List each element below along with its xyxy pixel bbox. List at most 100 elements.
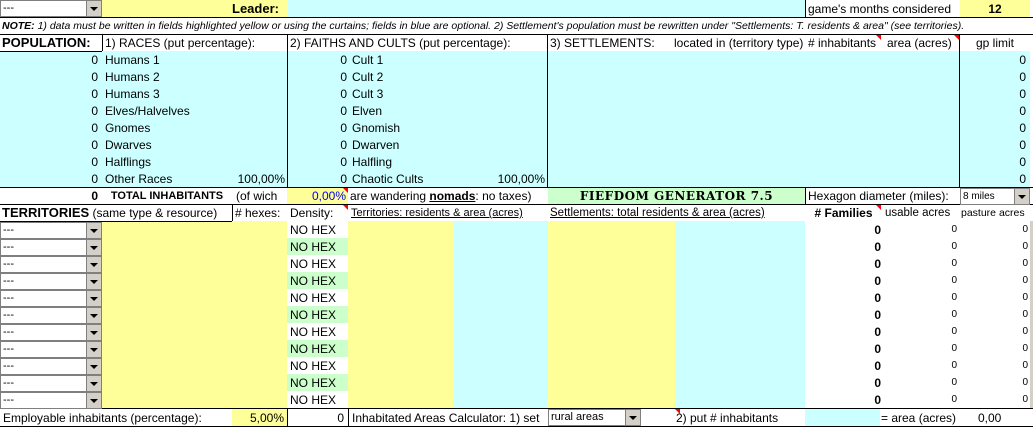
- race-value: 0: [91, 70, 98, 84]
- faiths-header: 2) FAITHS AND CULTS (put percentage):: [290, 36, 511, 50]
- race-value: 0: [91, 138, 98, 152]
- families-value: 0: [874, 240, 881, 254]
- usable-value: 0: [951, 224, 957, 235]
- territory-type-select[interactable]: ---: [0, 341, 102, 358]
- pasture-value: 0: [1022, 241, 1028, 252]
- chevron-down-icon[interactable]: [86, 342, 101, 357]
- race-value: 0: [91, 53, 98, 67]
- race-pct[interactable]: 100,00%: [225, 171, 285, 187]
- usable-value: 0: [951, 360, 957, 371]
- families-value: 0: [874, 291, 881, 305]
- territory-type-select[interactable]: ---: [0, 273, 102, 290]
- families-value: 0: [874, 393, 881, 407]
- pasture-value: 0: [1022, 394, 1028, 405]
- families-value: 0: [874, 223, 881, 237]
- race-label: Elves/Halvelves: [105, 104, 190, 118]
- chevron-down-icon[interactable]: [86, 291, 101, 306]
- territory-type-select[interactable]: ---: [0, 375, 102, 392]
- hex-diameter-value: 8 miles: [963, 191, 995, 202]
- area-header: area (acres): [887, 36, 952, 50]
- pasture-value: 0: [1022, 258, 1028, 269]
- hexes-header: # hexes:: [235, 206, 281, 220]
- race-label: Dwarves: [105, 138, 152, 152]
- territories-res-header: Territories: residents & area (acres): [351, 207, 523, 219]
- faith-value: 0: [340, 155, 347, 169]
- hex-diameter-select[interactable]: 8 miles: [960, 188, 1030, 205]
- territory-type-value: ---: [3, 241, 14, 253]
- faith-label: Halfling: [352, 155, 393, 169]
- territory-type-select[interactable]: ---: [0, 290, 102, 307]
- pasture-value: 0: [1022, 377, 1028, 388]
- leader-combo[interactable]: ---: [0, 0, 102, 17]
- note-prefix: NOTE:: [2, 20, 35, 32]
- area-result-label: = area (acres): [881, 411, 957, 425]
- usable-value: 0: [951, 241, 957, 252]
- chevron-down-icon[interactable]: [86, 274, 101, 289]
- territory-type-value: ---: [3, 309, 14, 321]
- chevron-down-icon[interactable]: [86, 308, 101, 323]
- faith-value: 0: [340, 104, 347, 118]
- territory-type-select[interactable]: ---: [0, 222, 102, 239]
- chevron-down-icon[interactable]: [86, 359, 101, 374]
- employable-pct[interactable]: 5,00%: [232, 410, 284, 426]
- density-value: NO HEX: [290, 308, 337, 322]
- faith-label: Cult 3: [352, 87, 384, 101]
- race-label: Gnomes: [105, 121, 151, 135]
- families-value: 0: [874, 342, 881, 356]
- density-value: NO HEX: [290, 342, 337, 356]
- months-value[interactable]: 12: [960, 1, 1030, 17]
- race-value: 0: [91, 172, 98, 186]
- comment-marker-icon: [343, 188, 348, 193]
- density-header: Density:: [290, 206, 334, 220]
- total-label: TOTAL INHABITANTS: [110, 190, 224, 202]
- chevron-down-icon[interactable]: [1014, 189, 1029, 204]
- territory-type-select[interactable]: ---: [0, 324, 102, 341]
- hex-label: Hexagon diameter (miles):: [808, 189, 949, 203]
- race-label: Humans 1: [105, 53, 160, 67]
- territory-type-select[interactable]: ---: [0, 256, 102, 273]
- population-title: POPULATION:: [2, 35, 91, 50]
- territory-type-select[interactable]: ---: [0, 239, 102, 256]
- territory-type-select[interactable]: ---: [0, 392, 102, 409]
- families-value: 0: [874, 308, 881, 322]
- families-value: 0: [874, 257, 881, 271]
- density-value: NO HEX: [290, 376, 337, 390]
- comment-marker-icon: [954, 35, 959, 40]
- territory-type-value: ---: [3, 326, 14, 338]
- chevron-down-icon[interactable]: [86, 257, 101, 272]
- chevron-down-icon[interactable]: [86, 223, 101, 238]
- note: NOTE: 1) data must be written in fields …: [2, 18, 1032, 34]
- note-text: 1) data must be written in fields highli…: [34, 20, 965, 32]
- usable-value: 0: [951, 394, 957, 405]
- faith-pct[interactable]: 100,00%: [472, 171, 545, 187]
- nomad-pct[interactable]: 0,00%: [287, 188, 346, 204]
- usable-value: 0: [951, 377, 957, 388]
- families-value: 0: [874, 359, 881, 373]
- employable-value: 0: [337, 411, 344, 425]
- faith-label: Cult 2: [352, 70, 384, 84]
- chevron-down-icon[interactable]: [86, 240, 101, 255]
- leader-combo-value: ---: [3, 2, 14, 14]
- chevron-down-icon[interactable]: [86, 325, 101, 340]
- territories-title: TERRITORIES: [2, 205, 90, 220]
- gp-limit-value: 0: [1019, 172, 1026, 186]
- chevron-down-icon[interactable]: [86, 1, 101, 16]
- settlements-area-header: Settlements: total residents & area (acr…: [550, 207, 765, 219]
- territory-type-select[interactable]: ---: [0, 358, 102, 375]
- chevron-down-icon[interactable]: [86, 393, 101, 408]
- territory-type-select[interactable]: ---: [0, 307, 102, 324]
- nomad-text-2: : no taxes): [475, 189, 532, 203]
- faith-value: 0: [340, 138, 347, 152]
- faith-value: 0: [340, 53, 347, 67]
- chevron-down-icon[interactable]: [625, 410, 640, 425]
- territory-type-value: ---: [3, 224, 14, 236]
- leader-label: Leader:: [232, 1, 279, 16]
- inhabitants-header: # inhabitants: [808, 36, 877, 50]
- pasture-value: 0: [1022, 309, 1028, 320]
- area-type-select[interactable]: rural areas: [548, 409, 641, 426]
- chevron-down-icon[interactable]: [86, 376, 101, 391]
- comment-marker-icon: [876, 35, 881, 40]
- pasture-value: 0: [1022, 343, 1028, 354]
- territory-type-value: ---: [3, 360, 14, 372]
- gp-limit-value: 0: [1019, 138, 1026, 152]
